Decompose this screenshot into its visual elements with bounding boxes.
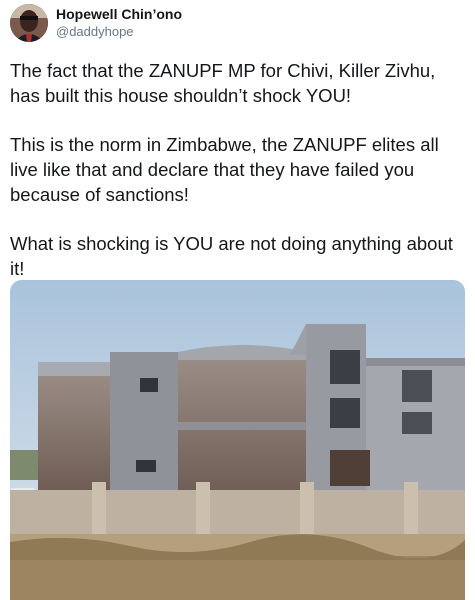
tweet-card: Hopewell Chin’ono @daddyhope The fact th…: [0, 0, 475, 600]
display-name[interactable]: Hopewell Chin’ono: [56, 6, 182, 23]
house-photo-illustration: [10, 280, 465, 600]
tweet-paragraph-3: What is shocking is YOU are not doing an…: [10, 233, 453, 279]
tweet-paragraph-2: This is the norm in Zimbabwe, the ZANUPF…: [10, 134, 439, 205]
tweet-text: The fact that the ZANUPF MP for Chivi, K…: [10, 58, 468, 281]
tweet-paragraph-1: The fact that the ZANUPF MP for Chivi, K…: [10, 60, 436, 106]
tweet-header: Hopewell Chin’ono @daddyhope: [10, 4, 410, 44]
tweet-photo[interactable]: [10, 280, 465, 600]
avatar[interactable]: [10, 4, 48, 42]
user-handle[interactable]: @daddyhope: [56, 23, 182, 40]
